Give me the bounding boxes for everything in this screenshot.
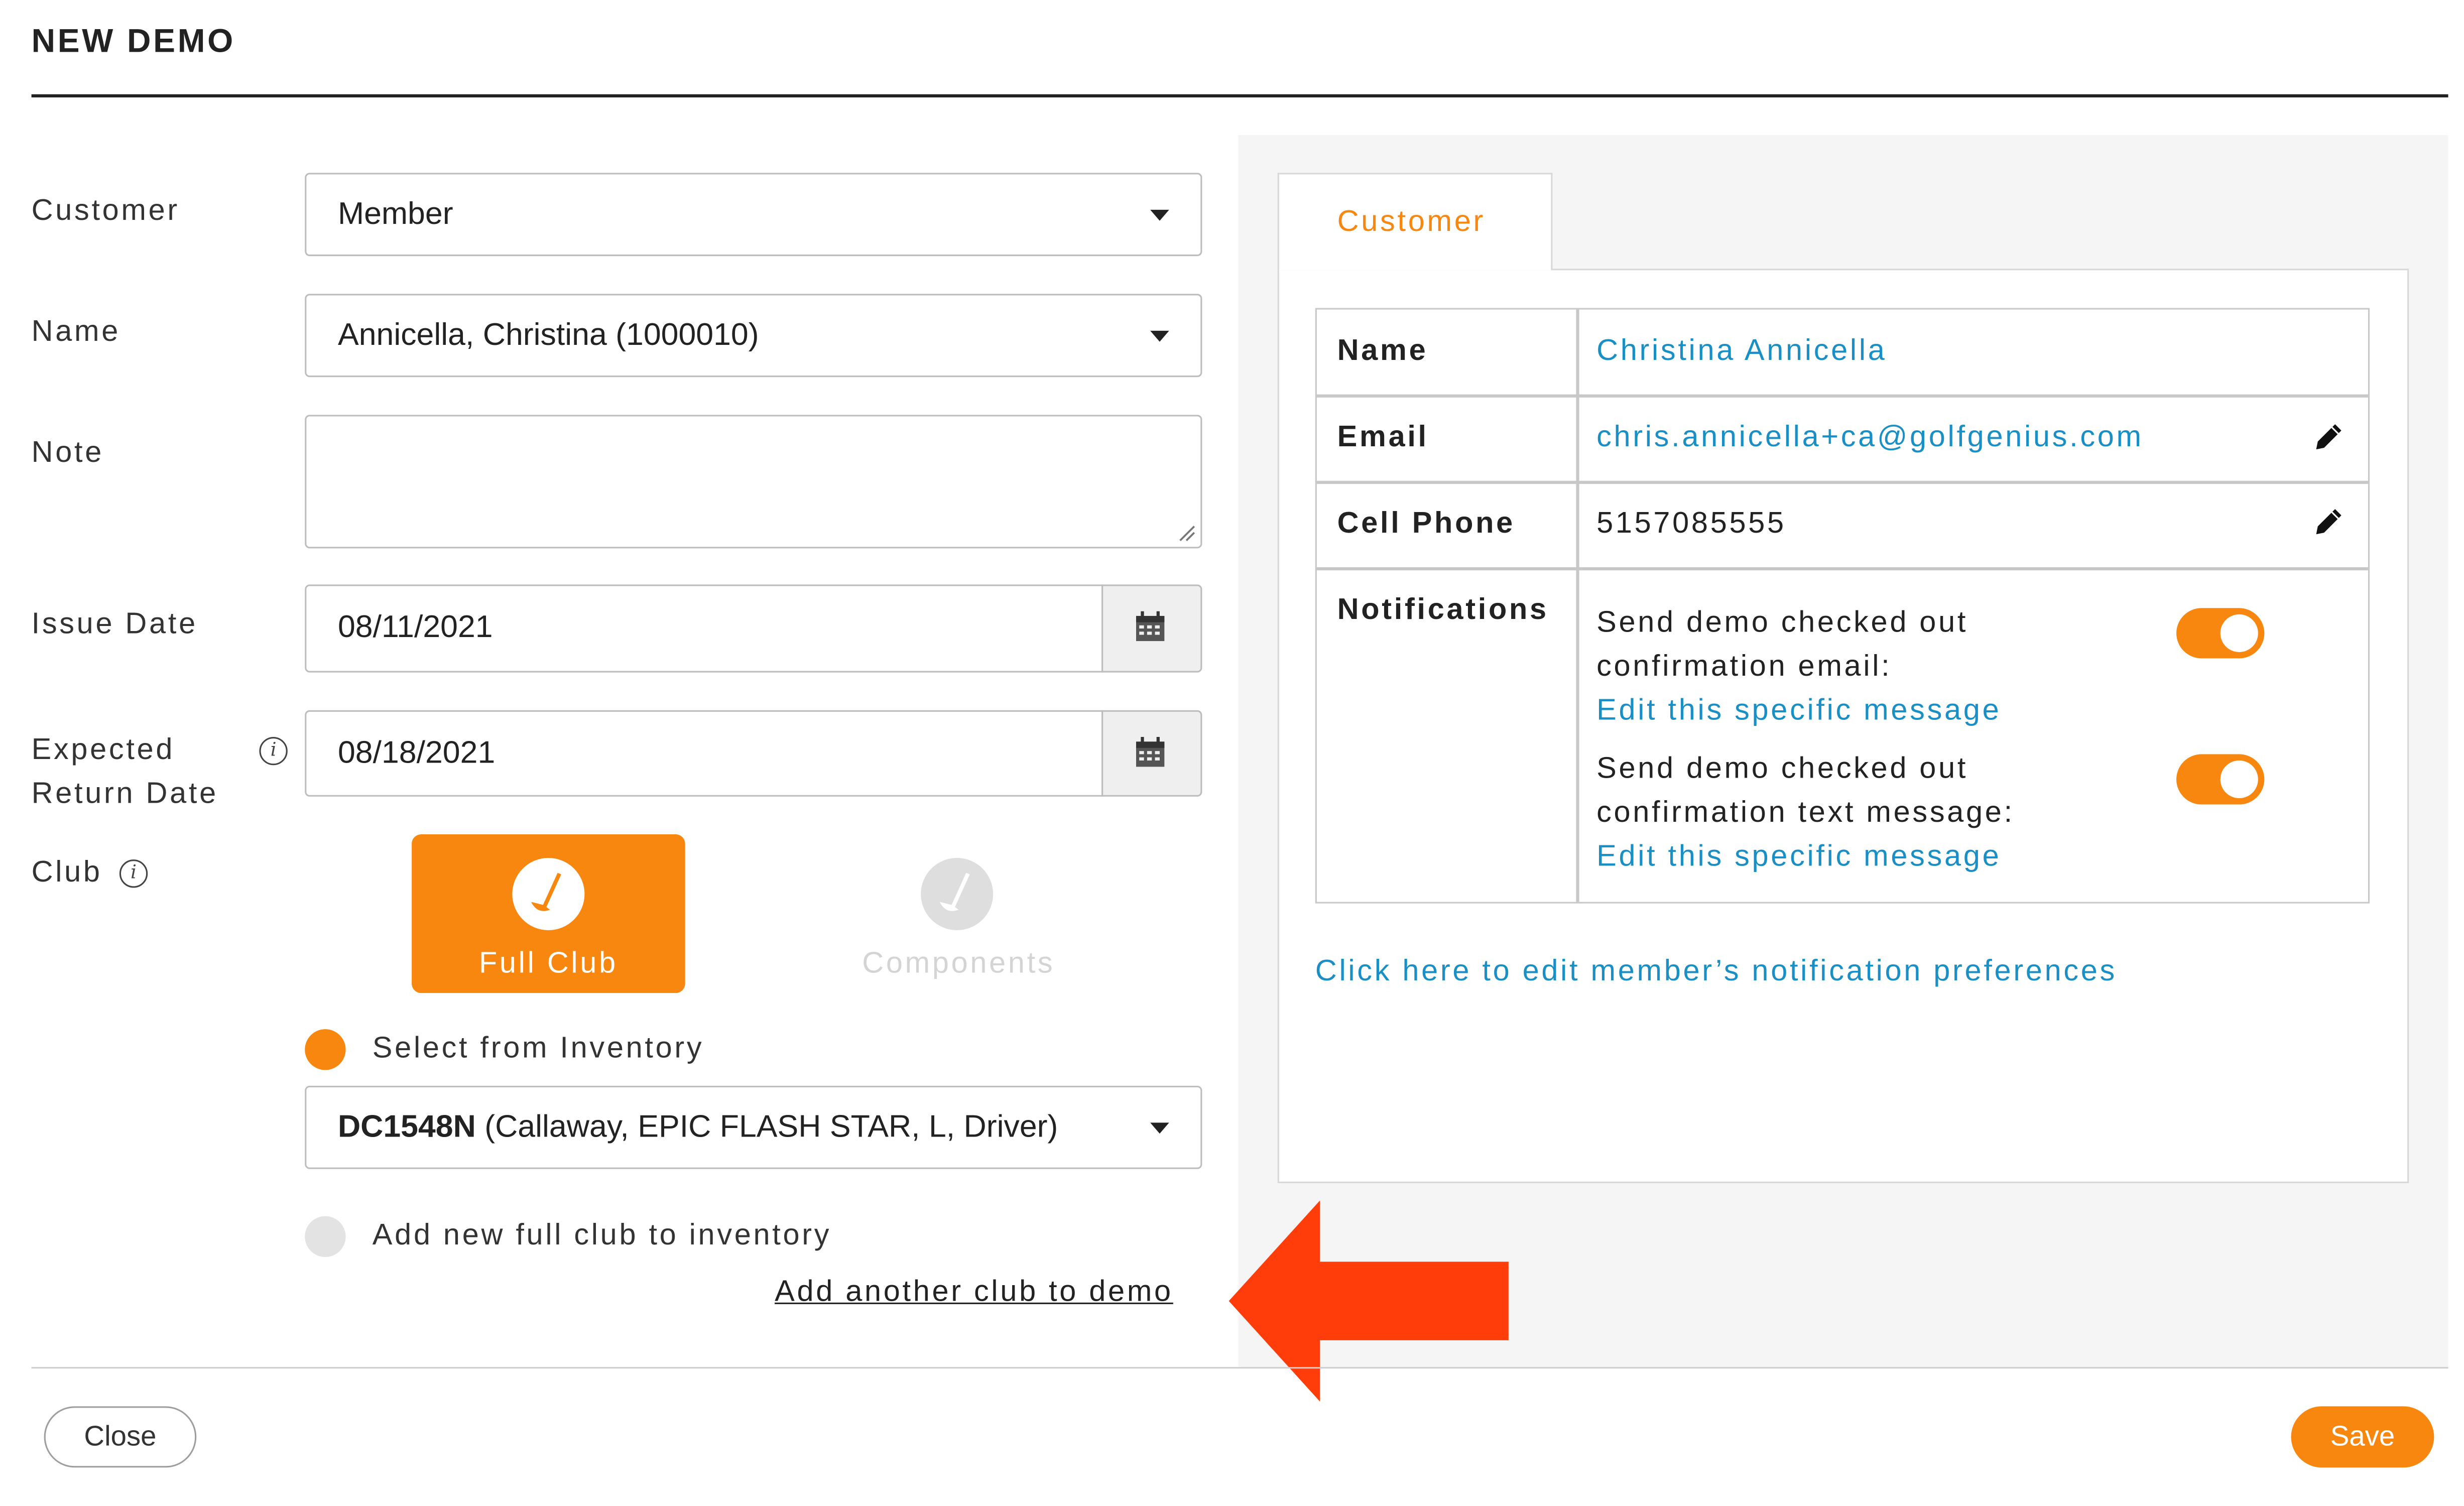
customer-email-link[interactable]: chris.annicella+ca@golfgenius.com — [1596, 421, 2144, 456]
info-icon[interactable]: i — [119, 859, 148, 888]
full-club-option[interactable]: Full Club — [412, 834, 685, 993]
expected-return-date-value: 08/18/2021 — [337, 735, 496, 770]
add-another-club-link[interactable]: Add another club to demo — [775, 1276, 1173, 1311]
tab-customer-label: Customer — [1337, 206, 1486, 239]
golf-club-icon — [512, 857, 585, 930]
expected-return-date-input[interactable]: 08/18/2021 — [305, 710, 1103, 797]
note-textarea[interactable] — [305, 415, 1202, 549]
customer-info-table: Name Christina Annicella Email chris.ann… — [1315, 308, 2370, 904]
chevron-down-icon — [1150, 330, 1169, 341]
golf-club-icon — [921, 857, 994, 930]
full-club-label: Full Club — [478, 947, 618, 981]
dialog-title: NEW DEMO — [31, 23, 235, 60]
info-icon[interactable]: i — [259, 736, 288, 766]
components-option[interactable]: Components — [822, 834, 1095, 993]
chevron-down-icon — [1150, 209, 1169, 220]
tab-customer[interactable]: Customer — [1277, 173, 1553, 271]
issue-date-calendar-button[interactable] — [1101, 584, 1202, 673]
pencil-icon[interactable] — [2313, 421, 2345, 453]
inventory-club-select[interactable]: DC1548N (Callaway, EPIC FLASH STAR, L, D… — [305, 1085, 1202, 1169]
table-divider — [1316, 567, 2368, 570]
pencil-icon[interactable] — [2313, 506, 2345, 538]
inventory-club-detail: (Callaway, EPIC FLASH STAR, L, Driver) — [475, 1109, 1058, 1144]
issue-date-value: 08/11/2021 — [337, 610, 493, 645]
notification-email-line2: confirmation email: — [1596, 650, 1892, 684]
table-divider — [1576, 309, 1579, 902]
customer-name-link[interactable]: Christina Annicella — [1596, 335, 1887, 369]
calendar-icon — [1136, 611, 1165, 642]
cell-phone-row-label: Cell Phone — [1337, 507, 1515, 541]
club-label: Club — [31, 856, 102, 890]
name-select-value: Annicella, Christina (1000010) — [337, 317, 759, 352]
expected-return-label-line1: Expected — [31, 733, 175, 767]
chevron-down-icon — [1150, 1121, 1169, 1133]
issue-date-input[interactable]: 08/11/2021 — [305, 584, 1103, 673]
customer-select-value: Member — [337, 196, 453, 231]
issue-date-label: Issue Date — [31, 608, 198, 642]
name-row-label: Name — [1337, 334, 1428, 368]
calendar-icon — [1136, 736, 1165, 767]
edit-text-message-link[interactable]: Edit this specific message — [1596, 841, 2001, 875]
cell-phone-value: 5157085555 — [1596, 507, 1786, 541]
add-new-full-club-label: Add new full club to inventory — [372, 1219, 832, 1252]
inventory-club-code: DC1548N — [337, 1109, 476, 1144]
note-label: Note — [31, 437, 104, 470]
customer-label: Customer — [31, 195, 180, 228]
title-divider — [31, 94, 2448, 98]
notification-text-line1: Send demo checked out — [1596, 752, 1968, 786]
notification-preferences-link[interactable]: Click here to edit member’s notification… — [1315, 955, 2117, 990]
add-new-full-club-radio[interactable] — [305, 1216, 346, 1257]
toggle-knob — [2220, 614, 2258, 652]
edit-email-message-link[interactable]: Edit this specific message — [1596, 694, 2001, 729]
inventory-club-value: DC1548N (Callaway, EPIC FLASH STAR, L, D… — [338, 1109, 1058, 1146]
expected-return-calendar-button[interactable] — [1101, 710, 1202, 797]
table-divider — [1316, 394, 2368, 397]
toggle-knob — [2220, 760, 2258, 799]
email-notification-toggle[interactable] — [2176, 608, 2265, 659]
notification-text-line2: confirmation text message: — [1596, 796, 2015, 830]
email-row-label: Email — [1337, 421, 1429, 454]
save-button[interactable]: Save — [2291, 1406, 2434, 1468]
expected-return-label-line2: Return Date — [31, 778, 218, 811]
customer-select[interactable]: Member — [305, 173, 1202, 257]
resize-handle-icon[interactable] — [1177, 523, 1196, 542]
select-from-inventory-label: Select from Inventory — [372, 1032, 704, 1066]
notifications-row-label: Notifications — [1337, 594, 1549, 627]
name-label: Name — [31, 316, 121, 349]
text-notification-toggle[interactable] — [2176, 754, 2265, 805]
components-label: Components — [862, 947, 1055, 981]
close-button[interactable]: Close — [44, 1406, 197, 1468]
annotation-arrow-icon — [1228, 1200, 1509, 1402]
notification-email-line1: Send demo checked out — [1596, 606, 1968, 640]
table-divider — [1316, 480, 2368, 483]
select-from-inventory-radio[interactable] — [305, 1029, 346, 1070]
footer-divider — [31, 1367, 2448, 1369]
name-select[interactable]: Annicella, Christina (1000010) — [305, 294, 1202, 378]
